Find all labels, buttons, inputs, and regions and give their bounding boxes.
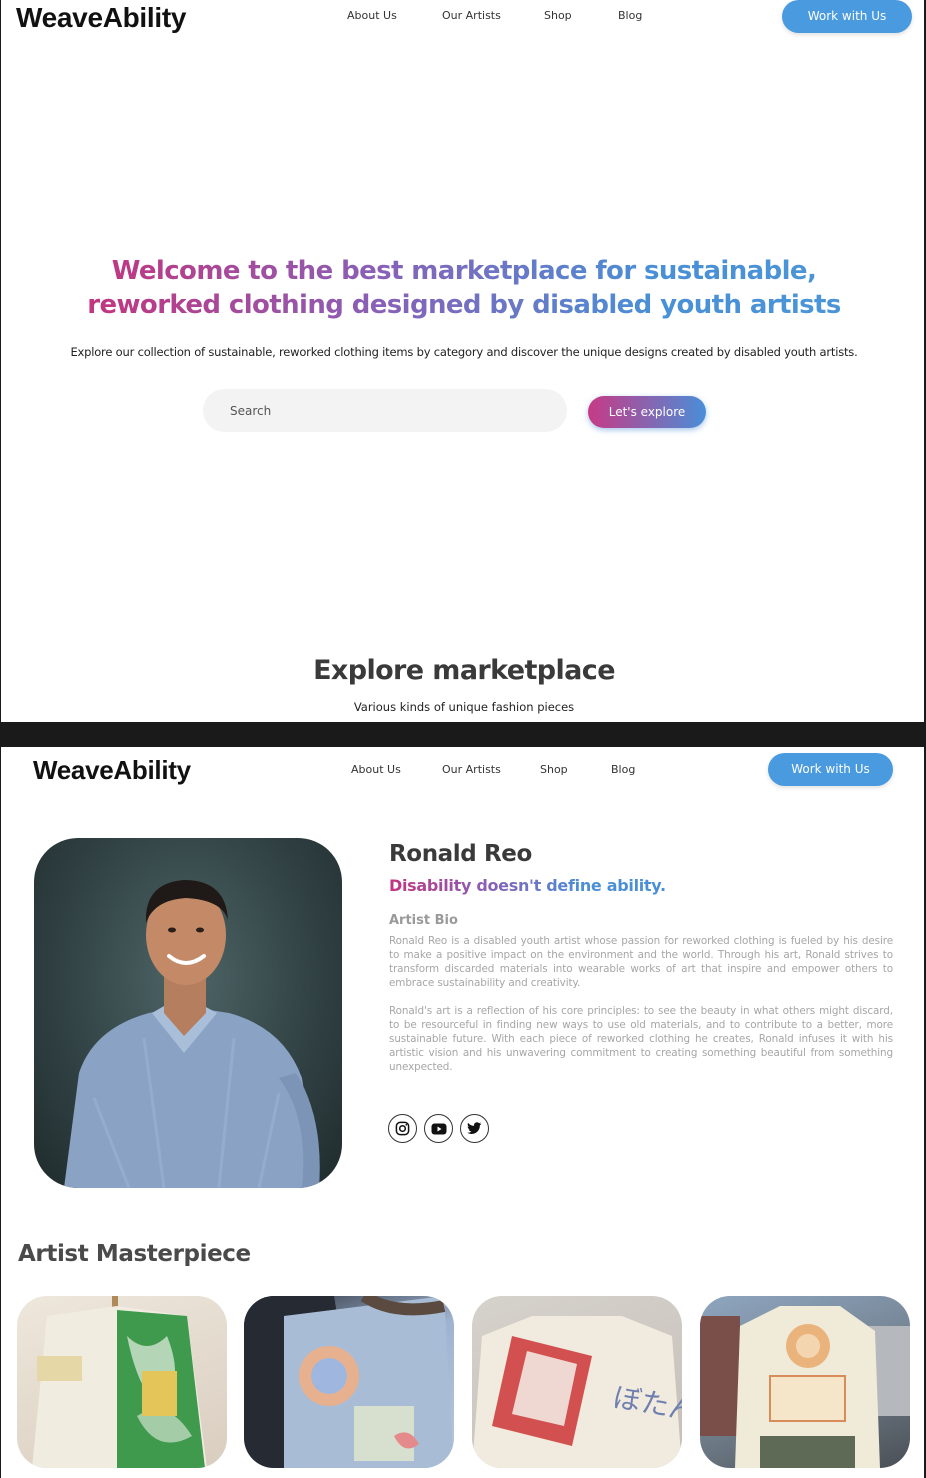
artist-page-panel: WeaveAbility About Us Our Artists Shop B… [0, 747, 926, 1478]
lets-explore-button[interactable]: Let's explore [588, 396, 706, 428]
printed-jacket-image: ぼたん米 [472, 1316, 682, 1468]
explore-marketplace-title: Explore marketplace [313, 655, 615, 686]
twitter-icon [467, 1122, 482, 1134]
hero-subtitle: Explore our collection of sustainable, r… [70, 345, 858, 359]
brand-logo[interactable]: WeaveAbility [16, 2, 186, 34]
twitter-link[interactable] [460, 1114, 489, 1143]
artist-bio-paragraph: Ronald's art is a reflection of his core… [389, 1005, 893, 1073]
nav-shop[interactable]: Shop [544, 9, 572, 22]
artist-masterpiece-title: Artist Masterpiece [18, 1241, 251, 1267]
portrait-illustration [64, 880, 320, 1188]
hero-title-line-1: Welcome to the best marketplace for sust… [111, 256, 817, 286]
explore-marketplace-subtitle: Various kinds of unique fashion pieces [353, 700, 575, 714]
instagram-icon [395, 1121, 410, 1136]
work-with-us-button[interactable]: Work with Us [768, 753, 893, 786]
masterpiece-card[interactable] [244, 1296, 454, 1468]
nav-about-us[interactable]: About Us [351, 763, 401, 776]
hero-title: Welcome to the best marketplace for sust… [1, 254, 924, 322]
embroidered-jeans-image [244, 1296, 454, 1468]
masterpiece-card[interactable] [700, 1296, 910, 1468]
brand-logo[interactable]: WeaveAbility [33, 755, 191, 786]
landing-page-panel: WeaveAbility About Us Our Artists Shop B… [0, 0, 926, 722]
artist-bio-paragraph: Ronald Reo is a disabled youth artist wh… [389, 935, 893, 989]
search-input[interactable] [203, 389, 567, 432]
artist-name: Ronald Reo [389, 841, 532, 867]
artist-bio-heading: Artist Bio [389, 913, 458, 928]
youtube-icon [431, 1123, 446, 1134]
hero-title-line-2: reworked clothing designed by disabled y… [87, 290, 841, 320]
nav-shop[interactable]: Shop [540, 763, 568, 776]
flour-sack-shirt-image [700, 1306, 910, 1468]
masterpiece-card[interactable] [17, 1296, 227, 1468]
patchwork-shirt-image [32, 1296, 207, 1468]
masterpiece-card[interactable]: ぼたん米 [472, 1296, 682, 1468]
nav-our-artists[interactable]: Our Artists [442, 763, 501, 776]
artist-tagline: Disability doesn't define ability. [389, 876, 666, 895]
artist-portrait [34, 838, 342, 1188]
instagram-link[interactable] [388, 1114, 417, 1143]
work-with-us-button[interactable]: Work with Us [782, 0, 912, 33]
nav-our-artists[interactable]: Our Artists [442, 9, 501, 22]
nav-about-us[interactable]: About Us [347, 9, 397, 22]
nav-blog[interactable]: Blog [618, 9, 642, 22]
youtube-link[interactable] [424, 1114, 453, 1143]
nav-blog[interactable]: Blog [611, 763, 635, 776]
